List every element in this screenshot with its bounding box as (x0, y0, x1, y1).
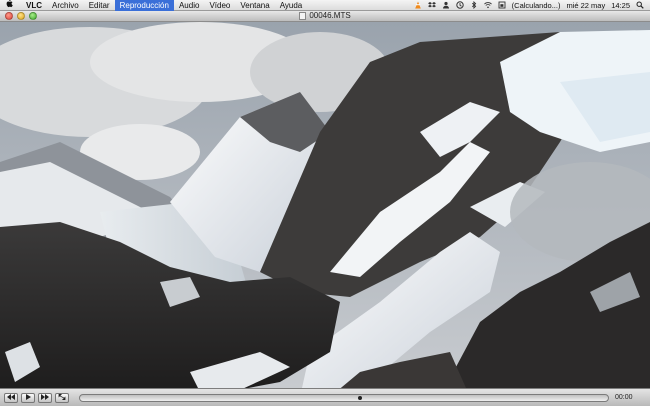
wifi-icon[interactable] (483, 1, 492, 9)
fullscreen-icon (58, 393, 66, 400)
menubar-date[interactable]: mié 22 may (566, 1, 605, 10)
window-titlebar[interactable]: 00046.MTS (0, 11, 650, 22)
menubar-time[interactable]: 14:25 (611, 1, 630, 10)
dropbox-icon[interactable] (427, 1, 436, 9)
seek-bar-knob[interactable] (357, 395, 362, 400)
elapsed-time[interactable]: 00:00 (615, 394, 633, 401)
menu-audio[interactable]: Audio (174, 0, 204, 11)
menu-ventana[interactable]: Ventana (235, 0, 274, 11)
bluetooth-icon[interactable] (470, 1, 478, 9)
play-button[interactable] (21, 392, 35, 403)
menu-reproduccion[interactable]: Reproducción (114, 0, 174, 11)
playback-controller: 00:00 (0, 388, 650, 406)
time-machine-icon[interactable] (455, 1, 464, 9)
menu-video[interactable]: Vídeo (204, 0, 235, 11)
apple-icon[interactable] (5, 0, 15, 11)
rewind-icon (7, 393, 15, 400)
mountain-video-image (0, 22, 650, 397)
spotlight-search-icon[interactable] (636, 1, 644, 9)
user-icon[interactable] (442, 1, 450, 9)
window-title: 00046.MTS (0, 11, 650, 21)
fast-forward-button[interactable] (38, 392, 52, 403)
document-icon (299, 12, 307, 20)
seek-bar[interactable] (79, 393, 609, 402)
menu-bar: VLC Archivo Editar Reproducción Audio Ví… (0, 0, 650, 11)
menu-editar[interactable]: Editar (84, 0, 115, 11)
vlc-window: 00046.MTS 00:00 (0, 11, 650, 406)
menu-app-vlc[interactable]: VLC (21, 0, 47, 11)
window-title-text: 00046.MTS (309, 11, 351, 20)
menu-archivo[interactable]: Archivo (47, 0, 84, 11)
fast-forward-icon (41, 393, 49, 400)
fullscreen-button[interactable] (55, 392, 69, 403)
battery-status-text[interactable]: (Calculando...) (512, 1, 561, 10)
video-frame[interactable] (0, 22, 650, 397)
rewind-button[interactable] (4, 392, 18, 403)
battery-icon[interactable] (498, 1, 506, 9)
play-icon (26, 393, 31, 400)
menu-ayuda[interactable]: Ayuda (275, 0, 308, 11)
status-area: (Calculando...) mié 22 may 14:25 (414, 1, 650, 10)
vlc-cone-icon[interactable] (414, 1, 422, 9)
